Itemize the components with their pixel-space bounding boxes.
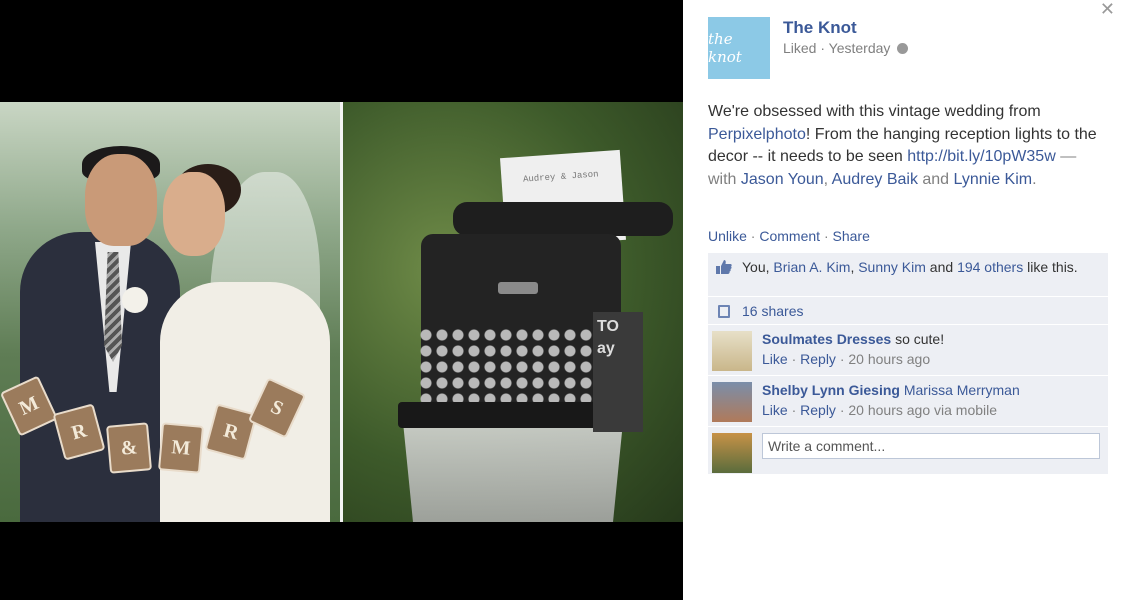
- shares-icon: [718, 305, 730, 318]
- photo-typewriter-panel: Audrey & Jason TO ay: [343, 102, 683, 522]
- perpixelphoto-link[interactable]: Perpixelphoto: [708, 126, 806, 143]
- liker-brian-link[interactable]: Brian A. Kim: [773, 259, 850, 275]
- comment-text: so cute!: [891, 331, 945, 347]
- boutonniere: [122, 287, 148, 313]
- post-end: .: [1032, 170, 1037, 188]
- tagged-jason-link[interactable]: Jason Youn: [741, 171, 824, 188]
- comment-meta: Like · Reply · 20 hours ago via mobile: [762, 402, 1100, 418]
- post-url-link[interactable]: http://bit.ly/10pW35w: [907, 148, 1056, 165]
- liked-status[interactable]: Liked: [783, 40, 816, 56]
- tag-separator: ,: [823, 170, 832, 188]
- banner-flag: R: [204, 403, 258, 461]
- mr-mrs-banner: M R & M R S: [0, 372, 307, 482]
- tag-separator: and: [917, 170, 954, 188]
- photo-viewer: M R & M R S Audrey & Jason TO ay: [0, 0, 683, 600]
- action-separator: ·: [823, 228, 833, 244]
- meta-separator: ·: [791, 351, 801, 367]
- comment-reply-button[interactable]: Reply: [800, 402, 836, 418]
- typewriter-roller: [453, 202, 673, 236]
- likes-and: and: [925, 259, 958, 275]
- page-name-link[interactable]: The Knot: [783, 18, 857, 38]
- close-icon[interactable]: ✕: [1100, 0, 1115, 18]
- commenter-avatar[interactable]: [712, 331, 752, 371]
- typewriter-stand: [403, 422, 623, 522]
- post-photo[interactable]: M R & M R S Audrey & Jason TO ay: [0, 102, 683, 522]
- comment-author-link[interactable]: Shelby Lynn Giesing: [762, 382, 900, 398]
- comment-button[interactable]: Comment: [759, 228, 820, 244]
- page-avatar[interactable]: the knot: [708, 17, 770, 79]
- comment-item: Soulmates Dresses so cute! Like · Reply …: [708, 325, 1108, 376]
- tagged-audrey-link[interactable]: Audrey Baik: [832, 171, 918, 188]
- thumbs-up-icon: [716, 260, 732, 274]
- banner-flag: M: [0, 375, 59, 437]
- likes-others-link[interactable]: 194 others: [957, 259, 1023, 275]
- groom-head: [85, 154, 157, 246]
- bride-head: [163, 172, 225, 256]
- post-text-part: We're obsessed with this vintage wedding…: [708, 103, 1041, 120]
- post-actions: Unlike · Comment · Share: [708, 228, 870, 244]
- comment-like-button[interactable]: Like: [762, 351, 788, 367]
- current-user-avatar: [712, 433, 752, 473]
- photo-couple-panel: M R & M R S: [0, 102, 340, 522]
- comment-timestamp[interactable]: 20 hours ago: [848, 351, 930, 367]
- likes-suffix: like this.: [1023, 259, 1078, 275]
- comment-composer: [708, 427, 1108, 474]
- liker-sunny-link[interactable]: Sunny Kim: [858, 259, 926, 275]
- typewriter-badge: [498, 282, 538, 294]
- meta-separator: ·: [820, 40, 829, 56]
- banner-flag: &: [105, 422, 153, 474]
- page-avatar-logo: the knot: [708, 30, 742, 66]
- post-meta: Liked · Yesterday: [783, 40, 909, 56]
- banner-flag: M: [157, 422, 205, 474]
- likes-you: You,: [742, 259, 774, 275]
- comment-like-button[interactable]: Like: [762, 402, 788, 418]
- unlike-button[interactable]: Unlike: [708, 228, 747, 244]
- post-text: We're obsessed with this vintage wedding…: [708, 101, 1108, 191]
- post-timestamp[interactable]: Yesterday: [829, 40, 891, 56]
- comment-input[interactable]: [762, 433, 1100, 459]
- post-detail-panel: ✕ the knot The Knot Liked · Yesterday We…: [683, 0, 1129, 600]
- banner-flag: S: [247, 377, 307, 439]
- comment-reply-button[interactable]: Reply: [800, 351, 836, 367]
- comment-item: Shelby Lynn Giesing Marissa Merryman Lik…: [708, 376, 1108, 427]
- comment-timestamp[interactable]: 20 hours ago via mobile: [848, 402, 997, 418]
- shares-link[interactable]: 16 shares: [742, 303, 803, 319]
- likes-summary: You, Brian A. Kim, Sunny Kim and 194 oth…: [708, 253, 1108, 297]
- shares-row: 16 shares: [708, 297, 1108, 325]
- commenter-avatar[interactable]: [712, 382, 752, 422]
- globe-icon: [897, 43, 909, 54]
- meta-separator: ·: [791, 402, 801, 418]
- banner-flag: R: [52, 403, 106, 461]
- background-sign: TO ay: [593, 312, 643, 432]
- comment-author-link[interactable]: Soulmates Dresses: [762, 331, 891, 347]
- tagged-lynnie-link[interactable]: Lynnie Kim: [954, 171, 1033, 188]
- feedback-box: You, Brian A. Kim, Sunny Kim and 194 oth…: [708, 253, 1108, 474]
- comment-meta: Like · Reply · 20 hours ago: [762, 351, 1100, 367]
- share-button[interactable]: Share: [833, 228, 870, 244]
- comment-mention-link[interactable]: Marissa Merryman: [900, 382, 1020, 398]
